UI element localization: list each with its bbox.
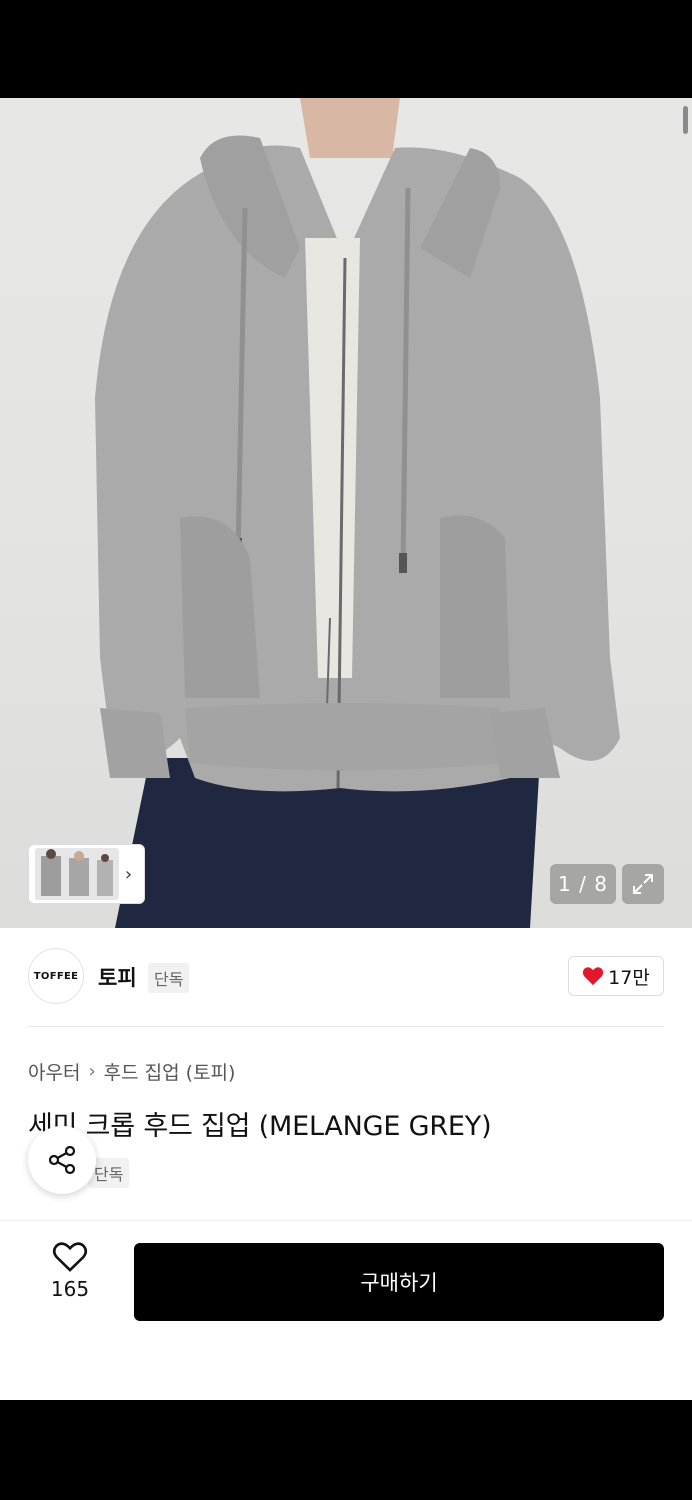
breadcrumb-category[interactable]: 아우터	[28, 1058, 80, 1085]
expand-button[interactable]	[622, 864, 664, 904]
product-title: 세미 크롭 후드 집업 (MELANGE GREY)	[28, 1111, 492, 1142]
navigation-bar	[0, 1400, 692, 1500]
expand-icon	[633, 874, 653, 894]
thumbnail-strip[interactable]: ›	[28, 844, 145, 904]
hoodie-photo	[95, 98, 620, 928]
thumbnail-image[interactable]	[35, 848, 119, 900]
buy-button[interactable]: 구매하기	[134, 1243, 664, 1321]
wishlist-count: 165	[50, 1277, 90, 1301]
breadcrumb: 아우터 › 후드 집업 (토피)	[28, 1058, 235, 1085]
bottom-action-bar: 165 구매하기	[0, 1220, 692, 1400]
product-image[interactable]: › 1 / 8	[0, 98, 692, 928]
scroll-indicator	[683, 106, 688, 134]
product-info: TOFFEE 토피 단독 17만 아우터 › 후드 집업 (토피) 세미 크롭 …	[0, 928, 692, 1400]
status-bar	[0, 0, 692, 98]
breadcrumb-subcategory[interactable]: 후드 집업 (토피)	[104, 1058, 236, 1085]
heart-outline-icon	[52, 1242, 88, 1272]
brand-like-count: 17만	[608, 966, 650, 989]
image-counter: 1 / 8	[550, 864, 616, 904]
brand-row[interactable]: TOFFEE 토피 단독 17만	[28, 948, 664, 1004]
chevron-right-icon: ›	[88, 1061, 96, 1082]
chevron-right-icon[interactable]: ›	[119, 864, 138, 885]
share-icon	[48, 1145, 76, 1175]
brand-name[interactable]: 토피	[98, 962, 137, 992]
brand-exclusive-badge: 단독	[148, 963, 190, 993]
brand-like-button[interactable]: 17만	[568, 956, 664, 996]
brand-logo[interactable]: TOFFEE	[28, 948, 84, 1004]
heart-icon	[582, 967, 604, 986]
wishlist-button[interactable]: 165	[28, 1241, 112, 1321]
divider	[28, 1026, 664, 1027]
share-button[interactable]	[28, 1126, 96, 1194]
